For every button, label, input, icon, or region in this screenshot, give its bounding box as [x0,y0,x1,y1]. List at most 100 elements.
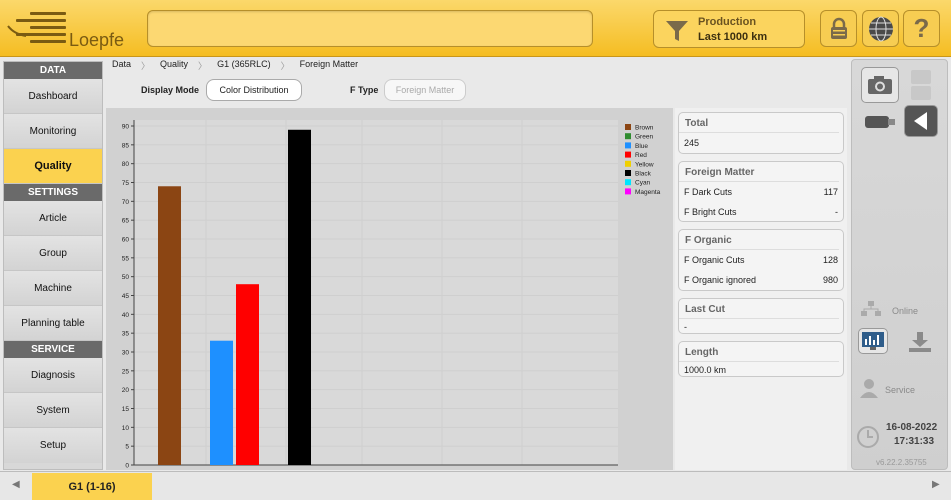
f-organic-panel: F Organic F Organic Cuts 128 F Organic i… [678,229,844,291]
stat-value: 117 [823,187,838,197]
last-cut-panel: Last Cut - [678,298,844,334]
left-navigation: DATA Dashboard Monitoring Quality SETTIN… [3,61,103,470]
globe-icon [868,16,893,41]
stat-label: F Bright Cuts [684,207,737,217]
scroll-left-icon[interactable]: ◀ [12,479,20,490]
nav-item-group[interactable]: Group [4,236,102,271]
funnel-icon [666,21,688,41]
legend-label: Magenta [635,189,661,196]
display-mode-select[interactable]: Color Distribution [206,79,302,101]
bar-chart-icon [862,332,884,350]
right-toolbar: Online Service 16-08-2022 17:31:33 v6.22… [851,59,948,470]
nav-item-machine[interactable]: Machine [4,271,102,306]
nav-item-system[interactable]: System [4,393,102,428]
breadcrumb-item[interactable]: Foreign Matter [300,59,359,72]
total-title: Total [679,113,839,133]
y-tick-label: 5 [125,444,129,451]
group-tab[interactable]: G1 (1-16) [32,473,152,500]
nav-item-planning-table[interactable]: Planning table [4,306,102,341]
usb-button[interactable] [861,107,899,137]
stat-value: 128 [822,255,838,265]
y-tick-label: 50 [122,274,130,281]
production-title: Production [698,16,757,28]
stat-row: F Dark Cuts 117 [679,182,843,202]
breadcrumb-separator: 〉 [141,61,151,71]
usb-icon [865,116,895,128]
last-cut-value: - [684,322,687,332]
y-tick-label: 60 [122,237,130,244]
chart-svg: 0 5 10 15 20 25 30 35 40 45 50 55 60 65 70 75 80 85 90 Brow… [122,120,661,470]
y-tick-label: 55 [122,255,130,262]
stat-value: 980 [822,275,838,285]
back-button[interactable] [904,105,938,137]
bar-black [288,129,311,465]
copy-icon [907,68,935,102]
nav-item-article[interactable]: Article [4,201,102,236]
back-arrow-icon [914,112,927,130]
y-tick-label: 45 [122,293,130,300]
message-box [147,10,593,47]
production-filter[interactable]: Production Last 1000 km [653,10,805,48]
lock-button[interactable] [820,10,857,47]
stat-label: F Organic Cuts [684,255,745,265]
foreign-matter-title: Foreign Matter [679,162,839,182]
plot-area [134,120,618,465]
legend-swatch [625,188,631,195]
length-value: 1000.0 km [684,365,727,375]
nav-item-setup[interactable]: Setup [4,428,102,463]
y-tick-label: 0 [125,463,129,470]
section-settings-header: SETTINGS [4,184,102,201]
production-value: Last 1000 km [698,31,768,43]
monitor-button[interactable] [858,328,888,354]
bar-brown [158,186,181,465]
legend-swatch [625,133,631,140]
total-value: 245 [684,138,700,148]
length-title: Length [679,342,839,362]
stat-row: F Organic ignored 980 [679,270,843,290]
legend-swatch [625,170,631,176]
online-status: Online [892,306,919,316]
breadcrumb-item[interactable]: Data [112,59,131,72]
loepfe-logo: Loepfe [6,6,136,51]
section-data-header: DATA [4,62,102,79]
y-tick-label: 35 [122,331,130,338]
bar-blue [210,340,233,465]
foreign-matter-panel: Foreign Matter F Dark Cuts 117 F Bright … [678,161,844,222]
color-distribution-chart: 0 5 10 15 20 25 30 35 40 45 50 55 60 65 70 75 80 85 90 Brow… [106,108,673,470]
nav-item-quality[interactable]: Quality [4,149,102,184]
time-display: 17:31:33 [894,436,935,447]
camera-icon [868,76,892,94]
stat-row: F Organic Cuts 128 [679,250,843,270]
legend-swatch [625,142,631,149]
help-button[interactable]: ? [903,10,940,47]
y-tick-label: 20 [122,387,130,394]
breadcrumb-item[interactable]: Quality [160,59,188,72]
y-tick-label: 15 [122,406,130,413]
breadcrumb-item[interactable]: G1 (365RLC) [217,59,271,72]
language-button[interactable] [862,10,899,47]
length-panel: Length 1000.0 km [678,341,844,377]
y-tick-label: 80 [122,161,130,168]
legend-label: Cyan [635,180,651,187]
camera-button[interactable] [861,67,899,103]
display-mode-label: Display Mode [141,85,200,95]
legend-label: Brown [635,125,654,132]
nav-item-monitoring[interactable]: Monitoring [4,114,102,149]
y-tick-label: 40 [122,312,130,319]
legend-swatch [625,124,631,130]
version-label: v6.22.2.35755 [876,458,927,467]
f-type-select[interactable]: Foreign Matter [384,79,466,101]
y-tick-label: 90 [122,124,130,131]
bar-red [236,284,259,465]
app-window: { "header": { "logo_text": "Loepfe", "pr… [0,0,951,500]
stat-value: - [835,207,838,217]
download-icon[interactable] [907,330,933,359]
nav-item-diagnosis[interactable]: Diagnosis [4,358,102,393]
nav-item-dashboard[interactable]: Dashboard [4,79,102,114]
y-tick-label: 85 [122,142,130,149]
scroll-right-icon[interactable]: ▶ [932,479,940,490]
network-icon [860,300,882,323]
legend-label: Yellow [635,161,654,168]
breadcrumb-separator: 〉 [198,61,208,71]
legend-swatch [625,151,631,158]
